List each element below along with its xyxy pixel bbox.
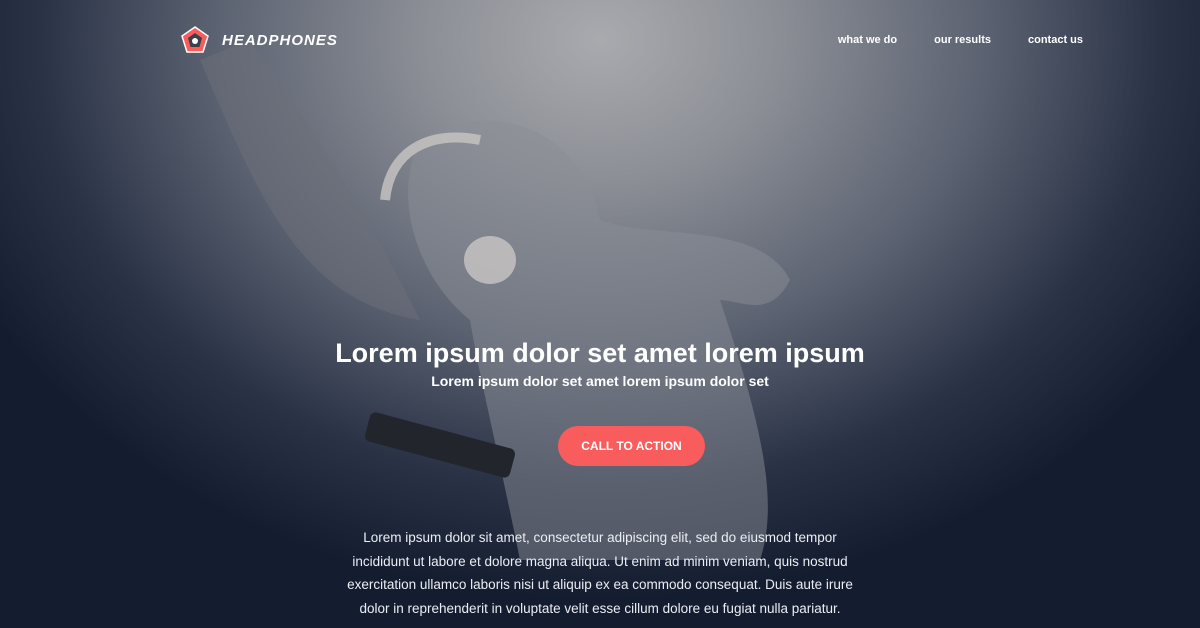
hero-title: Lorem ipsum dolor set amet lorem ipsum: [335, 338, 865, 368]
brand-logo[interactable]: HEADPHONES: [180, 25, 338, 55]
pentagon-logo-icon: [181, 26, 209, 53]
hero-body-text: Lorem ipsum dolor sit amet, consectetur …: [347, 530, 853, 616]
hero-subtitle: Lorem ipsum dolor set amet lorem ipsum d…: [431, 373, 769, 389]
nav-our-results[interactable]: our results: [934, 34, 991, 46]
main-nav: what we do our results contact us: [838, 34, 1083, 46]
brand-name: HEADPHONES: [222, 31, 338, 49]
nav-what-we-do[interactable]: what we do: [838, 34, 897, 46]
call-to-action-button[interactable]: CALL TO ACTION: [558, 426, 705, 466]
nav-contact-us[interactable]: contact us: [1028, 34, 1083, 46]
